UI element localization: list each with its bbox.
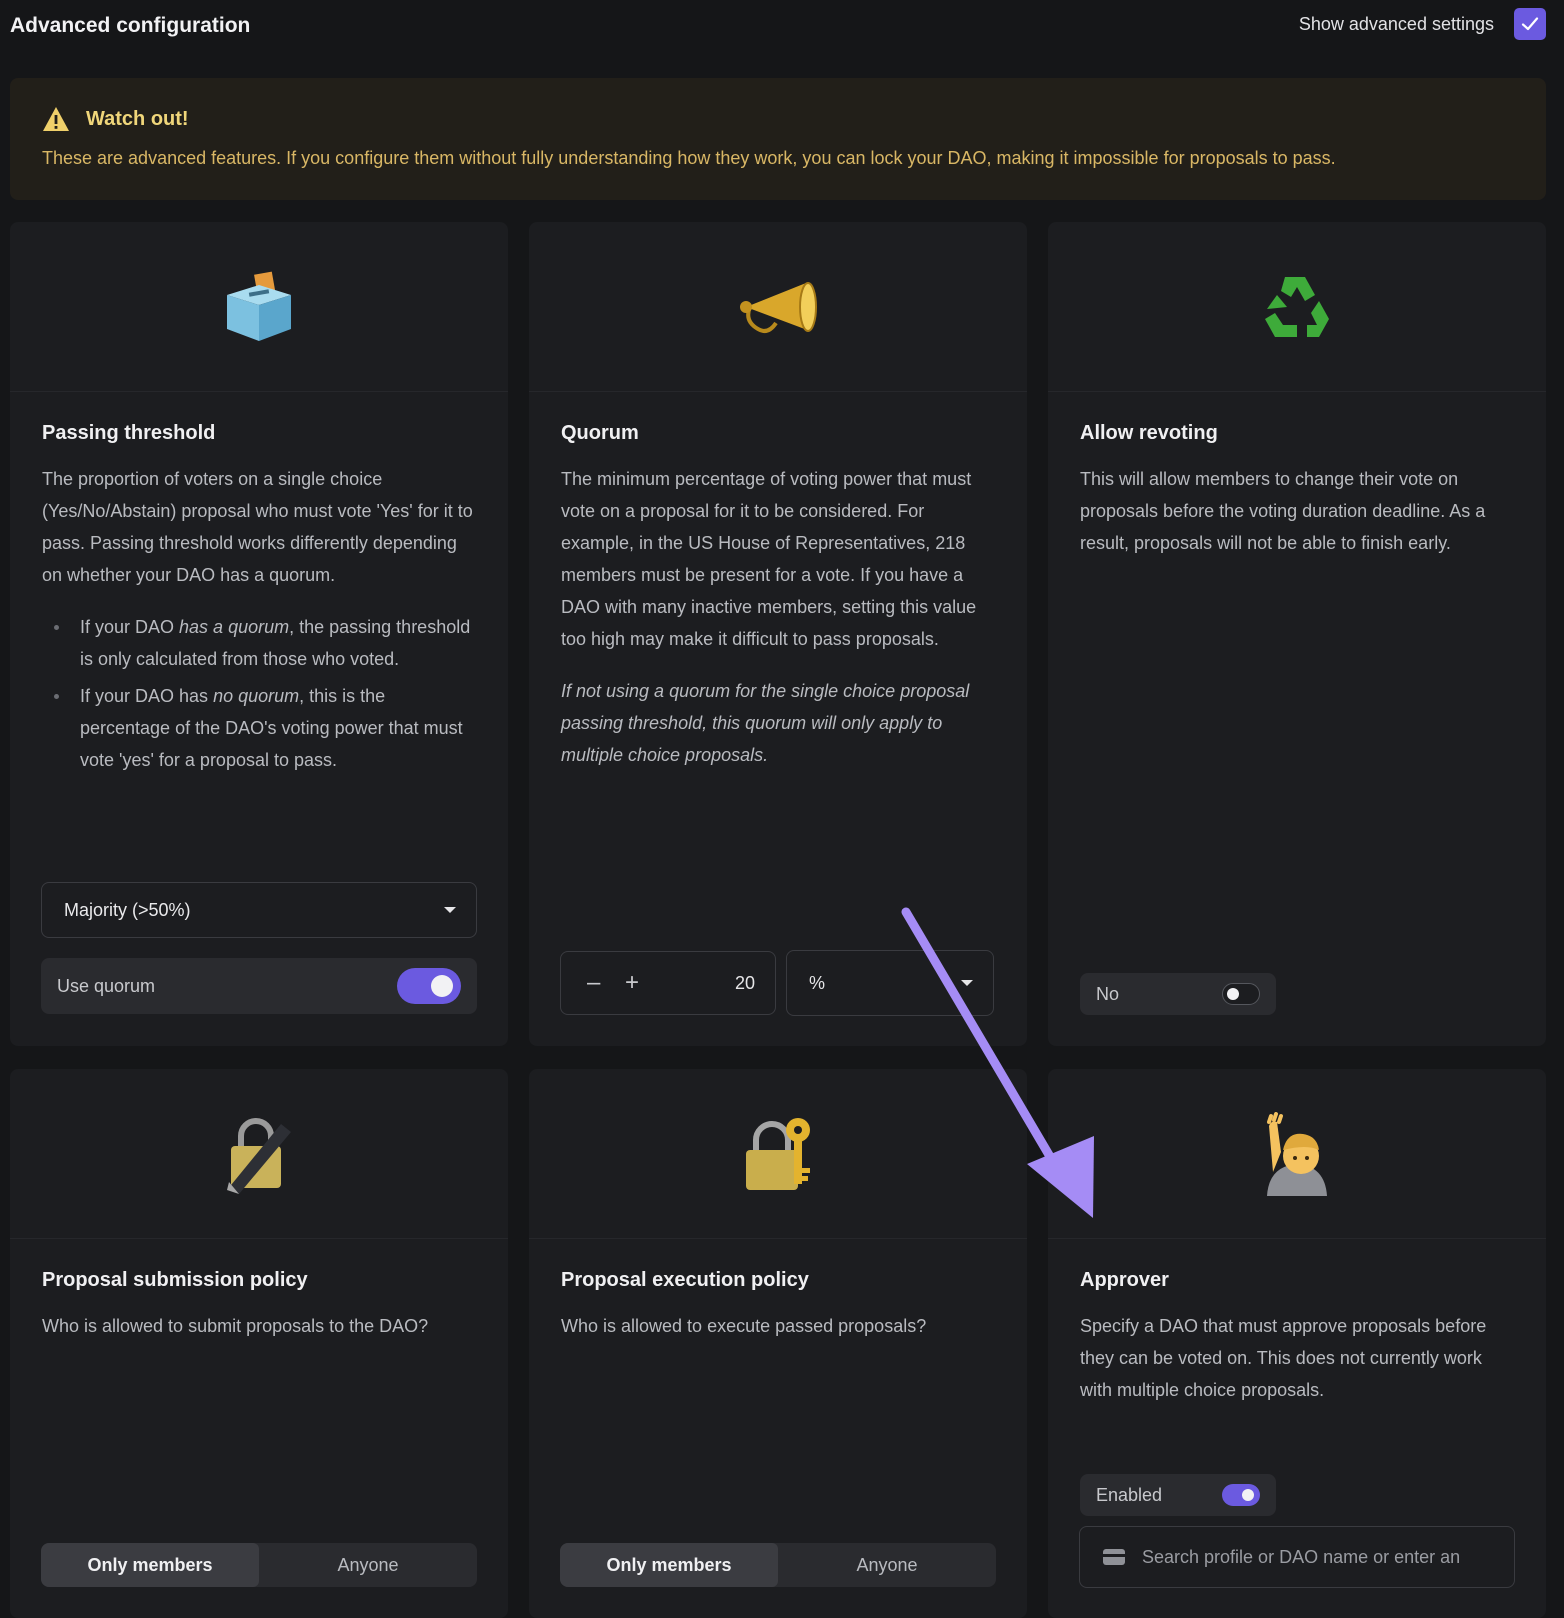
approver-search-input[interactable]: Search profile or DAO name or enter an — [1079, 1526, 1515, 1588]
option-anyone[interactable]: Anyone — [259, 1543, 477, 1587]
locked-with-pen-icon — [10, 1069, 508, 1239]
warning-banner: Watch out! These are advanced features. … — [10, 78, 1546, 200]
revoting-toggle[interactable] — [1222, 983, 1260, 1005]
page-title: Advanced configuration — [10, 14, 251, 37]
revoting-switch-label: No — [1096, 983, 1120, 1004]
card-description: The proportion of voters on a single cho… — [42, 469, 473, 585]
postal-horn-icon — [529, 222, 1027, 392]
quorum-unit-select[interactable]: % — [786, 950, 994, 1016]
wallet-icon — [1103, 1549, 1125, 1565]
card-description: Specify a DAO that must approve proposal… — [1080, 1316, 1487, 1400]
warning-icon — [43, 107, 69, 131]
bullet-no-quorum: If your DAO has no quorum, this is the p… — [54, 680, 476, 776]
threshold-select-value: Majority (>50%) — [64, 899, 191, 920]
quorum-card: Quorum The minimum percentage of voting … — [529, 222, 1027, 1046]
quorum-value[interactable]: 20 — [735, 973, 755, 994]
show-advanced-checkbox[interactable] — [1514, 8, 1546, 40]
revoting-switch-row[interactable]: No — [1080, 973, 1276, 1015]
card-title: Passing threshold — [42, 422, 216, 444]
option-only-members[interactable]: Only members — [560, 1543, 778, 1587]
passing-threshold-card: Passing threshold The proportion of vote… — [10, 222, 508, 1046]
approver-switch-row[interactable]: Enabled — [1080, 1474, 1276, 1516]
warning-title: Watch out! — [86, 107, 189, 130]
threshold-select[interactable]: Majority (>50%) — [41, 882, 477, 938]
approver-search-placeholder: Search profile or DAO name or enter an — [1142, 1546, 1461, 1567]
card-title: Allow revoting — [1080, 422, 1218, 444]
option-only-members[interactable]: Only members — [41, 1543, 259, 1587]
card-title: Proposal execution policy — [561, 1269, 809, 1291]
execution-policy-card: Proposal execution policy Who is allowed… — [529, 1069, 1027, 1618]
chevron-down-icon — [444, 907, 456, 913]
option-anyone[interactable]: Anyone — [778, 1543, 996, 1587]
approver-toggle[interactable] — [1222, 1484, 1260, 1506]
minus-button[interactable]: – — [587, 969, 625, 997]
card-description: This will allow members to change their … — [1080, 469, 1486, 553]
card-description: Who is allowed to execute passed proposa… — [561, 1316, 927, 1336]
warning-text: These are advanced features. If you conf… — [42, 148, 1336, 168]
check-icon — [1521, 17, 1539, 31]
use-quorum-toggle[interactable] — [397, 968, 461, 1004]
card-description: Who is allowed to submit proposals to th… — [42, 1316, 429, 1336]
page-header: Advanced configuration Show advanced set… — [10, 0, 1546, 56]
show-advanced-label: Show advanced settings — [1298, 13, 1494, 34]
card-title: Proposal submission policy — [42, 1269, 308, 1291]
threshold-bullets: If your DAO has a quorum, the passing th… — [42, 611, 476, 776]
card-description: The minimum percentage of voting power t… — [561, 469, 977, 649]
quorum-unit-value: % — [809, 972, 826, 993]
chevron-down-icon — [961, 980, 973, 986]
ballot-box-icon — [10, 222, 508, 392]
person-raising-hand-icon — [1048, 1069, 1546, 1239]
bullet-quorum: If your DAO has a quorum, the passing th… — [54, 611, 476, 675]
submission-policy-segmented[interactable]: Only members Anyone — [41, 1543, 477, 1587]
quorum-stepper[interactable]: – + 20 — [560, 951, 776, 1015]
locked-with-key-icon — [529, 1069, 1027, 1239]
show-advanced-toggle[interactable]: Show advanced settings — [1299, 8, 1546, 40]
use-quorum-row[interactable]: Use quorum — [41, 958, 477, 1014]
approver-switch-label: Enabled — [1096, 1484, 1163, 1505]
recycle-icon — [1048, 222, 1546, 392]
allow-revoting-card: Allow revoting This will allow members t… — [1048, 222, 1546, 1046]
use-quorum-label: Use quorum — [57, 975, 156, 996]
approver-card: Approver Specify a DAO that must approve… — [1048, 1069, 1546, 1618]
card-title: Approver — [1080, 1269, 1169, 1291]
card-title: Quorum — [561, 422, 639, 444]
execution-policy-segmented[interactable]: Only members Anyone — [560, 1543, 996, 1587]
plus-button[interactable]: + — [625, 969, 663, 997]
submission-policy-card: Proposal submission policy Who is allowe… — [10, 1069, 508, 1618]
quorum-note: If not using a quorum for the single cho… — [561, 681, 970, 765]
